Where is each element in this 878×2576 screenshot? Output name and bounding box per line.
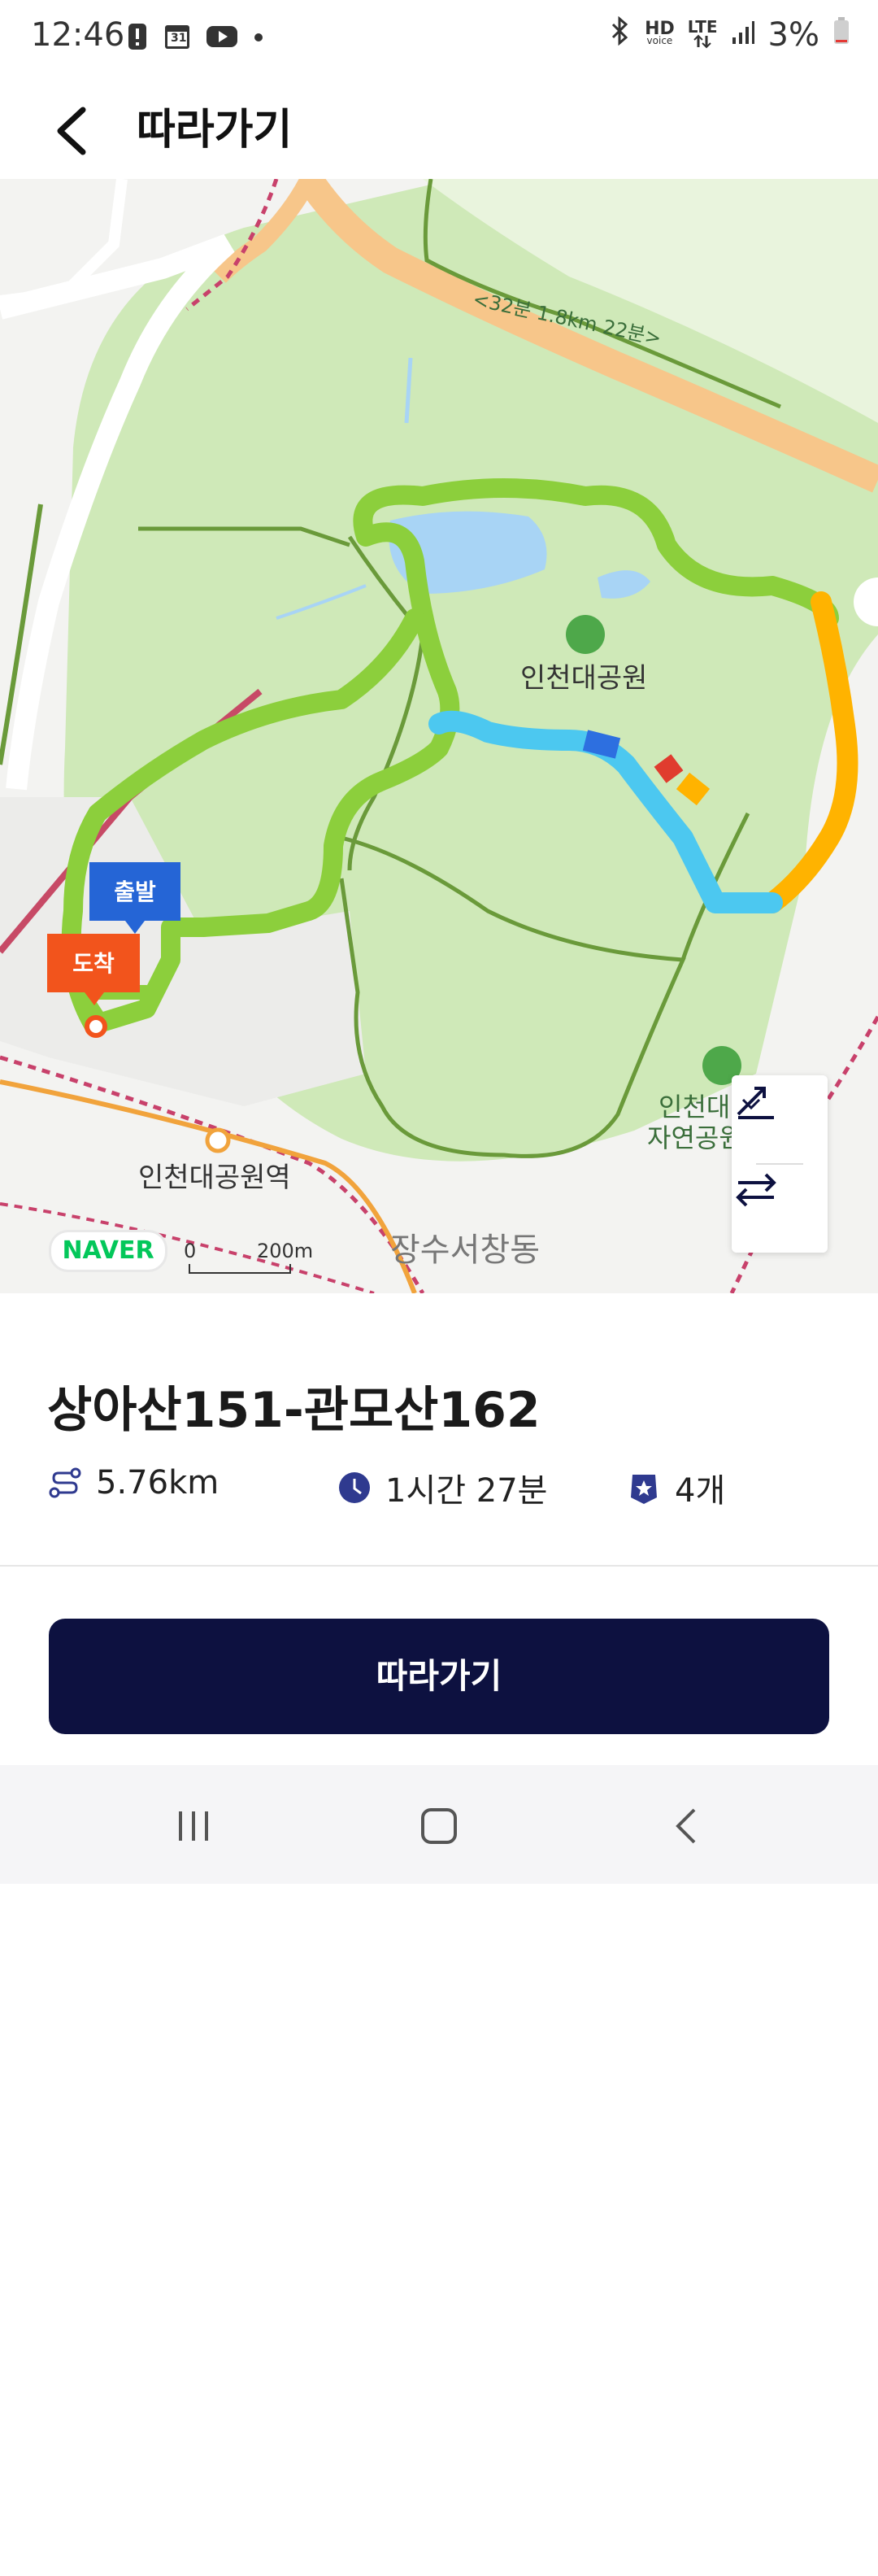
system-nav-bar [0, 1765, 878, 1884]
duration-stat: 1시간 27분 [337, 1464, 547, 1511]
voice-label: voice [646, 35, 673, 46]
follow-button[interactable]: 따라가기 [49, 1619, 829, 1734]
end-marker-tail [85, 992, 104, 1005]
hd-voice-indicator: HD voice [645, 19, 675, 47]
count-stat: 4개 [626, 1464, 725, 1511]
nature-label-2: 자연공원 [647, 1122, 743, 1153]
clock-icon [339, 1472, 370, 1503]
station-label: 인천대공원역 [138, 1162, 291, 1194]
battery-icon [832, 16, 850, 54]
distance-value: 5.76km [96, 1464, 220, 1502]
course-stats: 5.76km 1시간 27분 4개 [47, 1464, 860, 1513]
park-icon [566, 615, 605, 654]
status-time: 12:46 [31, 16, 125, 54]
lte-indicator: LTE [687, 17, 718, 49]
hd-label: HD [645, 19, 675, 39]
back-button[interactable] [49, 94, 106, 167]
status-bar: 12:46 31 HD voice LTE 3% [0, 0, 878, 77]
end-marker[interactable]: 도착 [47, 934, 140, 992]
signal-icon [731, 16, 755, 54]
start-marker[interactable]: 출발 [89, 862, 180, 921]
sheet-divider [0, 1565, 878, 1567]
badge-star-icon [631, 1475, 657, 1504]
scale-bar [189, 1264, 291, 1274]
recent-apps-button[interactable] [161, 1798, 226, 1855]
status-left-icons: 31 [126, 23, 264, 54]
elevation-toggle-button[interactable] [732, 1075, 828, 1163]
system-back-button[interactable] [655, 1798, 720, 1855]
count-value: 4개 [675, 1472, 726, 1510]
chevron-left-icon [57, 107, 86, 155]
station-marker [205, 1127, 231, 1153]
park-label: 인천대공원 [520, 662, 648, 695]
dot-icon [253, 31, 264, 46]
app-header: 따라가기 [0, 77, 878, 179]
course-sheet: 상아산151-관모산162 5.76km 1시간 27분 4개 따라가기 [0, 1293, 878, 2576]
course-title: 상아산151-관모산162 [47, 1382, 541, 1439]
calendar-day: 31 [171, 32, 187, 45]
naver-logo: NAVER [49, 1230, 167, 1272]
home-button[interactable] [406, 1798, 472, 1855]
bluetooth-icon [607, 15, 632, 54]
alert-icon [126, 21, 149, 55]
lte-label: LTE [687, 17, 718, 37]
page-title: 따라가기 [137, 106, 293, 155]
elevation-icon [737, 1087, 774, 1119]
scale-distance: 200m [257, 1240, 314, 1262]
calendar-icon: 31 [163, 23, 191, 54]
home-icon [421, 1808, 457, 1844]
distance-stat: 5.76km [47, 1464, 219, 1502]
route-icon [49, 1467, 81, 1498]
start-point [85, 1015, 107, 1038]
battery-percent: 3% [767, 16, 819, 54]
route-red [654, 754, 684, 783]
duration-value: 1시간 27분 [385, 1472, 548, 1510]
data-arrows-icon [693, 34, 711, 49]
scale-zero: 0 [184, 1240, 197, 1262]
map-tools [732, 1075, 828, 1253]
route-orange-2 [676, 772, 711, 806]
youtube-icon [206, 24, 238, 52]
course-map[interactable]: 인천대공원 인천대공원역 장수서창동 인천대 자연공원 <32분 1.8km 2… [0, 179, 878, 1293]
route-dark-blue [582, 730, 621, 759]
back-icon [676, 1808, 696, 1844]
status-right: HD voice LTE 3% [607, 15, 850, 54]
swap-icon [736, 1173, 776, 1207]
recent-apps-icon [179, 1811, 208, 1841]
start-marker-tail [125, 921, 145, 934]
reverse-direction-button[interactable] [732, 1165, 828, 1253]
district-label: 장수서창동 [390, 1231, 540, 1269]
